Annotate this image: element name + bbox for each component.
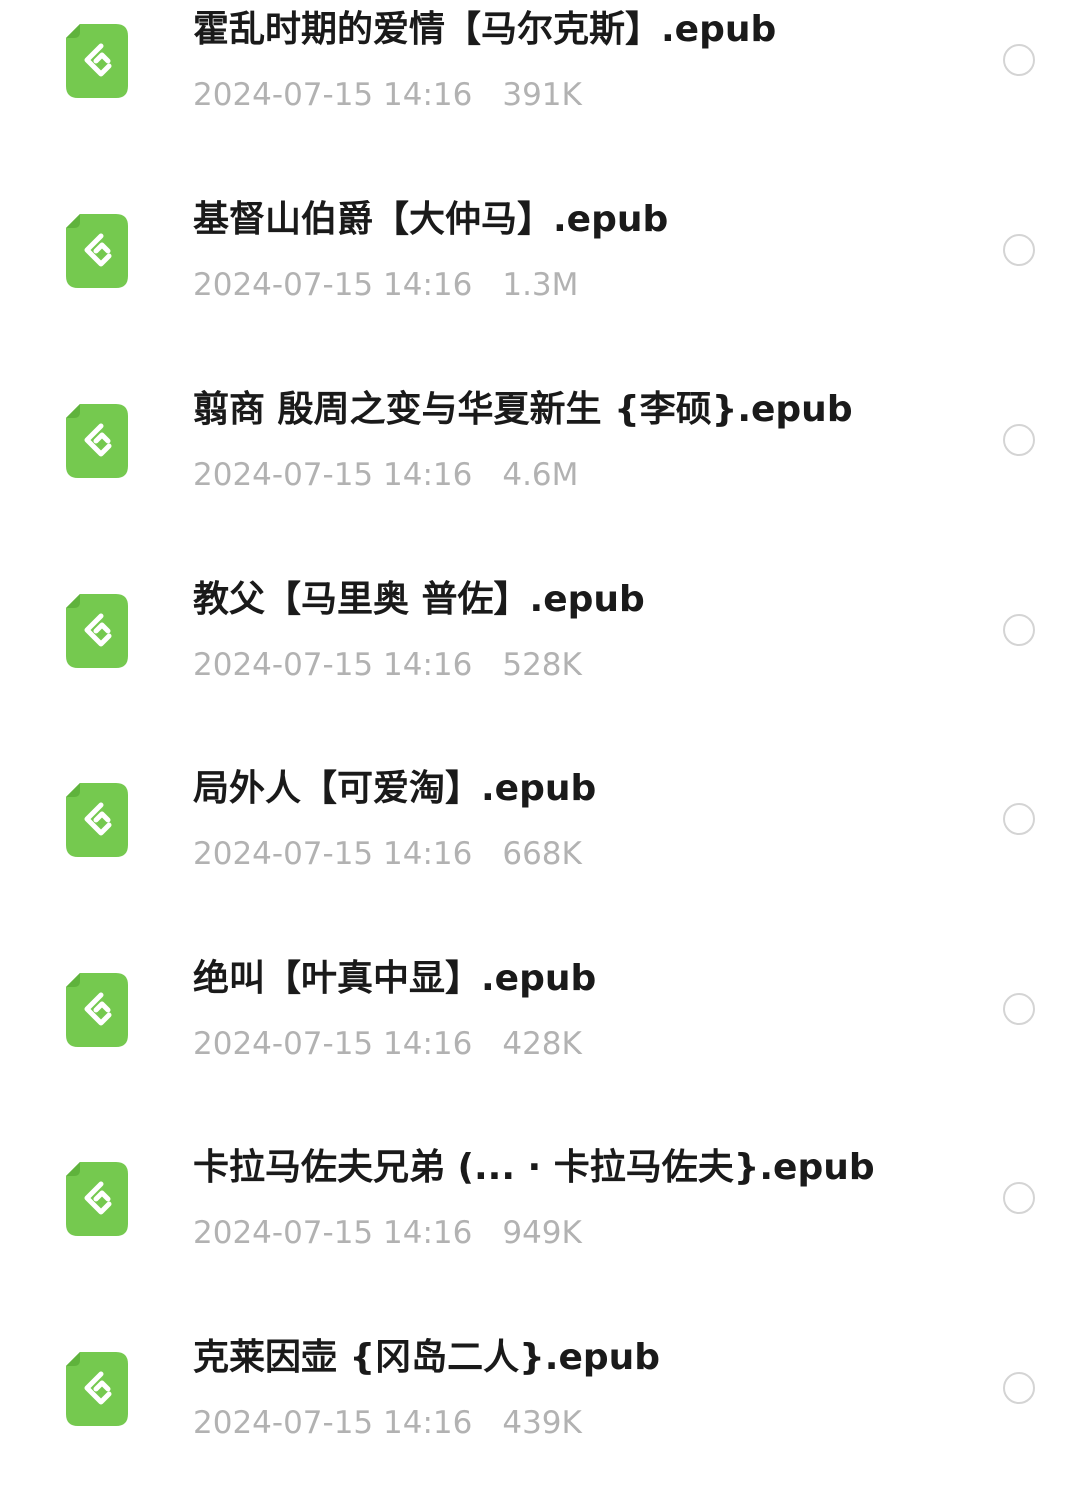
file-name[interactable]: 霍乱时期的爱情【马尔克斯】.epub — [193, 8, 776, 52]
file-row[interactable]: 霍乱时期的爱情【马尔克斯】.epub 2024-07-15 14:16 391K — [0, 8, 1080, 158]
select-radio[interactable] — [1003, 614, 1035, 646]
file-meta: 2024-07-15 14:16 4.6M — [193, 456, 578, 494]
file-name[interactable]: 局外人【可爱淘】.epub — [193, 767, 596, 811]
file-date: 2024-07-15 14:16 — [193, 1405, 473, 1441]
file-list: 霍乱时期的爱情【马尔克斯】.epub 2024-07-15 14:16 391K … — [0, 0, 1080, 1441]
file-name[interactable]: 卡拉马佐夫兄弟 (... · 卡拉马佐夫}.epub — [193, 1146, 875, 1190]
select-radio[interactable] — [1003, 44, 1035, 76]
epub-file-icon — [66, 783, 128, 857]
file-date: 2024-07-15 14:16 — [193, 647, 473, 683]
file-meta: 2024-07-15 14:16 949K — [193, 1214, 582, 1252]
file-meta: 2024-07-15 14:16 391K — [193, 76, 582, 114]
epub-file-icon — [66, 404, 128, 478]
epub-file-icon — [66, 973, 128, 1047]
file-name[interactable]: 克莱因壶 {冈岛二人}.epub — [193, 1336, 660, 1380]
file-row[interactable]: 克莱因壶 {冈岛二人}.epub 2024-07-15 14:16 439K — [0, 1336, 1080, 1486]
epub-file-icon — [66, 1352, 128, 1426]
file-meta: 2024-07-15 14:16 668K — [193, 835, 582, 873]
file-row[interactable]: 基督山伯爵【大仲马】.epub 2024-07-15 14:16 1.3M — [0, 198, 1080, 348]
file-date: 2024-07-15 14:16 — [193, 77, 473, 113]
epub-file-icon — [66, 594, 128, 668]
file-date: 2024-07-15 14:16 — [193, 1026, 473, 1062]
file-row[interactable]: 绝叫【叶真中显】.epub 2024-07-15 14:16 428K — [0, 957, 1080, 1107]
file-row[interactable]: 翦商 殷周之变与华夏新生 {李硕}.epub 2024-07-15 14:16 4… — [0, 388, 1080, 538]
file-row[interactable]: 教父【马里奥 普佐】.epub 2024-07-15 14:16 528K — [0, 578, 1080, 728]
file-date: 2024-07-15 14:16 — [193, 836, 473, 872]
file-size: 528K — [502, 647, 582, 683]
file-size: 439K — [502, 1405, 582, 1441]
file-name[interactable]: 教父【马里奥 普佐】.epub — [193, 578, 645, 622]
select-radio[interactable] — [1003, 1182, 1035, 1214]
file-size: 428K — [502, 1026, 582, 1062]
file-size: 949K — [502, 1215, 582, 1251]
epub-file-icon — [66, 214, 128, 288]
file-date: 2024-07-15 14:16 — [193, 1215, 473, 1251]
select-radio[interactable] — [1003, 993, 1035, 1025]
file-size: 668K — [502, 836, 582, 872]
file-meta: 2024-07-15 14:16 428K — [193, 1025, 582, 1063]
file-date: 2024-07-15 14:16 — [193, 457, 473, 493]
epub-file-icon — [66, 1162, 128, 1236]
epub-file-icon — [66, 24, 128, 98]
file-size: 4.6M — [502, 457, 579, 493]
file-name[interactable]: 基督山伯爵【大仲马】.epub — [193, 198, 668, 242]
select-radio[interactable] — [1003, 234, 1035, 266]
select-radio[interactable] — [1003, 803, 1035, 835]
file-row[interactable]: 局外人【可爱淘】.epub 2024-07-15 14:16 668K — [0, 767, 1080, 917]
file-size: 1.3M — [502, 267, 579, 303]
file-date: 2024-07-15 14:16 — [193, 267, 473, 303]
file-name[interactable]: 绝叫【叶真中显】.epub — [193, 957, 596, 1001]
select-radio[interactable] — [1003, 1372, 1035, 1404]
file-meta: 2024-07-15 14:16 1.3M — [193, 266, 578, 304]
file-name[interactable]: 翦商 殷周之变与华夏新生 {李硕}.epub — [193, 388, 853, 432]
file-meta: 2024-07-15 14:16 528K — [193, 646, 582, 684]
file-meta: 2024-07-15 14:16 439K — [193, 1404, 582, 1442]
file-size: 391K — [502, 77, 582, 113]
file-row[interactable]: 卡拉马佐夫兄弟 (... · 卡拉马佐夫}.epub 2024-07-15 14… — [0, 1146, 1080, 1296]
select-radio[interactable] — [1003, 424, 1035, 456]
